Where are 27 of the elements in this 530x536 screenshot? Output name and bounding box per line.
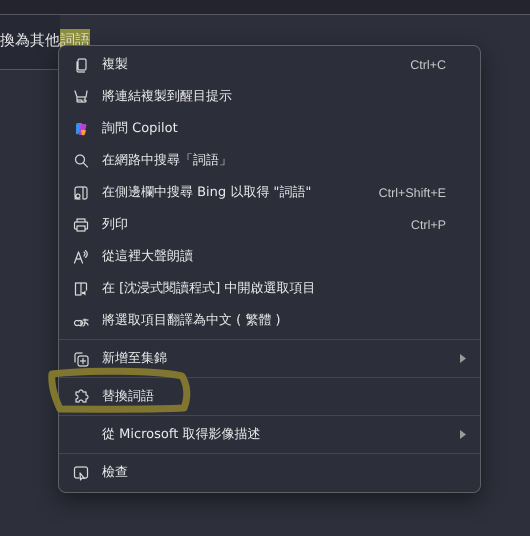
search-icon (73, 153, 89, 169)
menu-item[interactable]: 在側邊欄中搜尋 Bing 以取得 "詞語" Ctrl+Shift+E (59, 177, 480, 209)
page-text: 換為其他 (0, 30, 60, 51)
menu-item[interactable]: 列印 Ctrl+P (59, 209, 480, 241)
shortcut-text: Ctrl+Shift+E (378, 184, 446, 202)
inspect-icon (73, 464, 89, 480)
menu-item[interactable]: 從這裡大聲朗讀 (59, 241, 480, 273)
menu-item[interactable]: 將選取項目翻譯為中文 ( 繁體 ) (59, 305, 480, 337)
shortcut-text: Ctrl+P (410, 216, 446, 234)
menu-item[interactable]: 從 Microsoft 取得影像描述 (59, 418, 480, 451)
menu-item[interactable]: 將連結複製到醒目提示 (59, 81, 480, 113)
immersive-reader-icon (73, 281, 89, 297)
link-copy-icon (73, 89, 89, 105)
sidebar-search-icon (73, 185, 89, 201)
copilot-icon (73, 121, 89, 137)
printer-icon (73, 217, 89, 233)
read-aloud-icon (73, 249, 89, 265)
menu-item[interactable]: 在 [沈浸式閱讀程式] 中開啟選取項目 (59, 273, 480, 305)
add-collection-icon (73, 350, 89, 366)
shortcut-text: Ctrl+C (410, 56, 446, 74)
menu-item[interactable]: 新增至集錦 (59, 342, 480, 375)
menu-item[interactable]: 在網路中搜尋「詞語」 (59, 145, 480, 177)
menu-item[interactable]: 替換詞語 (59, 380, 480, 413)
puzzle-icon (73, 388, 89, 404)
menu-item[interactable]: 複製 Ctrl+C (59, 49, 480, 81)
menu-item[interactable]: 詢問 Copilot (59, 113, 480, 145)
menu-item[interactable]: 檢查 (59, 456, 480, 489)
